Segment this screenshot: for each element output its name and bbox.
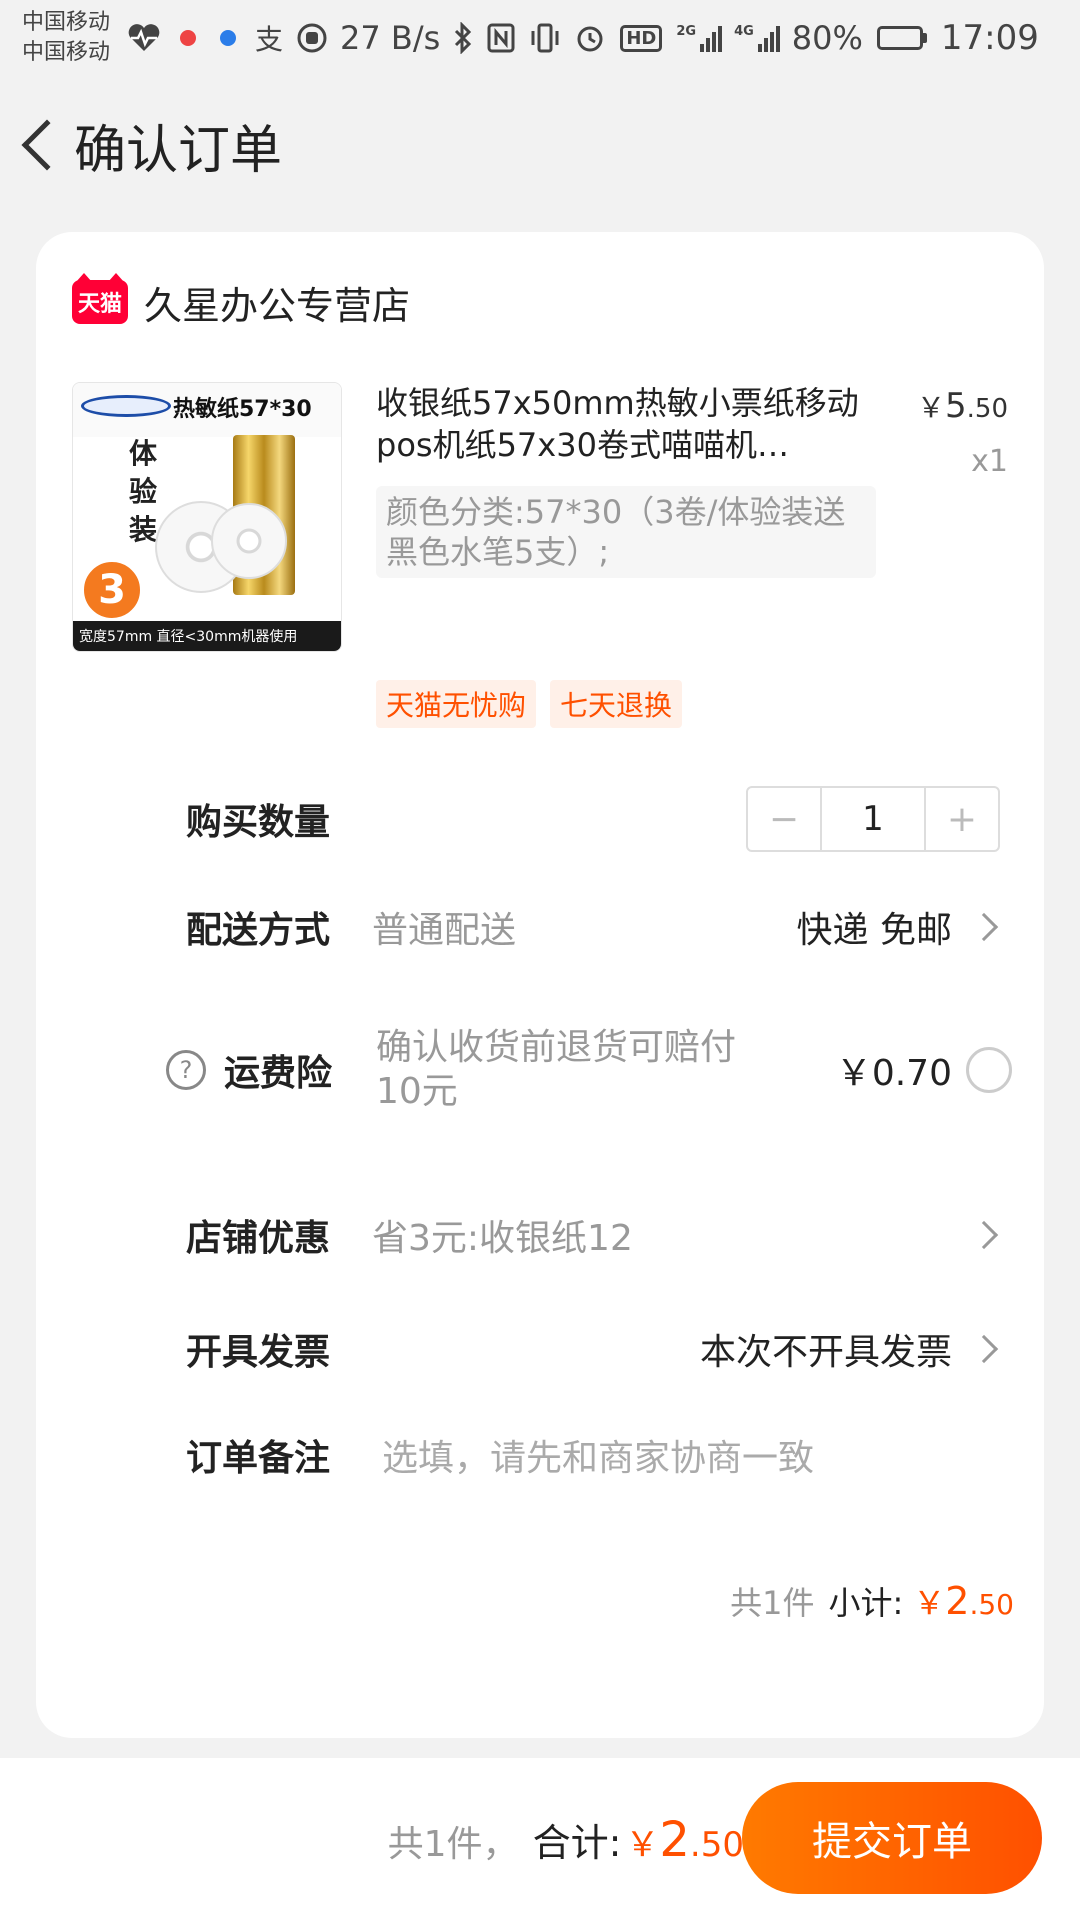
subtotal-count: 共1件 (730, 1584, 815, 1622)
carrier-2: 中国移动 (22, 40, 111, 65)
battery-icon (876, 26, 927, 50)
chevron-right-icon (969, 912, 999, 942)
product-image-label: 体验装 (129, 437, 158, 546)
alarm-icon (575, 23, 605, 53)
order-card: 天猫 久星办公专营店 热敏纸57*30 体验装 3 宽度57mm 直径<30mm… (36, 232, 1044, 1738)
subtotal-label: 小计: (828, 1584, 904, 1622)
nav-bar: 确认订单 (0, 90, 1080, 200)
chevron-right-icon (969, 1334, 999, 1364)
invoice-value: 本次不开具发票 (699, 1332, 952, 1373)
invoice-row[interactable]: 开具发票 本次不开具发票 (36, 1314, 1044, 1384)
bluetooth-icon (453, 22, 473, 54)
chevron-right-icon (969, 1220, 999, 1250)
discount-label: 店铺优惠 (186, 1218, 331, 1259)
submit-order-button[interactable]: 提交订单 (742, 1782, 1042, 1894)
question-icon[interactable]: ? (166, 1050, 206, 1090)
note-label: 订单备注 (186, 1438, 331, 1479)
delivery-label: 配送方式 (186, 910, 331, 951)
tag-seven-day-return: 七天退换 (550, 680, 683, 728)
delivery-row-placeholder (36, 742, 1044, 812)
product-image[interactable]: 热敏纸57*30 体验装 3 宽度57mm 直径<30mm机器使用 (72, 382, 342, 652)
order-total: 共1件， 合计: ￥2.50 (388, 1812, 744, 1868)
discount-value: 省3元:收银纸12 (372, 1218, 633, 1259)
app-notification-icon (220, 30, 237, 46)
delivery-fee: 快递 免邮 (796, 910, 952, 951)
status-bar: 中国移动 中国移动 支 27 B/s HD 2G 4G 80% 17:09 (0, 0, 1080, 76)
signal-4g-icon: 4G (734, 24, 780, 52)
chevron-left-icon (21, 119, 73, 171)
total-count: 共1件， (387, 1824, 519, 1865)
hd-icon: HD (620, 24, 663, 52)
product-quantity: x1 (971, 444, 1008, 479)
delivery-method: 普通配送 (372, 910, 517, 951)
insurance-description: 确认收货前退货可赔付10元 (376, 1027, 737, 1112)
heartbeat-icon (127, 23, 161, 53)
app-notification-icon (180, 30, 197, 46)
product-sku: 颜色分类:57*30（3卷/体验装送黑色水笔5支）; (376, 486, 876, 578)
invoice-label: 开具发票 (186, 1332, 331, 1373)
product-price: ￥5.50 (916, 386, 1008, 426)
insurance-radio[interactable] (966, 1047, 1012, 1093)
delivery-row[interactable]: 配送方式 普通配送 快递 免邮 (36, 892, 1044, 962)
shipping-insurance-row: ? 运费险 确认收货前退货可赔付10元 ￥0.70 (36, 1022, 1044, 1118)
vibrate-icon (529, 23, 561, 53)
clock: 17:09 (940, 18, 1039, 58)
page-title: 确认订单 (74, 120, 283, 181)
subtotal: 共1件 小计: ￥2.50 (730, 1578, 1014, 1624)
shop-header[interactable]: 天猫 久星办公专营店 (72, 272, 410, 332)
product-image-footer: 宽度57mm 直径<30mm机器使用 (73, 621, 341, 651)
product-title[interactable]: 收银纸57x50mm热敏小票纸移动pos机纸57x30卷式喵喵机… (376, 382, 876, 466)
carrier-1: 中国移动 (22, 10, 111, 35)
shop-discount-row[interactable]: 店铺优惠 省3元:收银纸12 (36, 1200, 1044, 1270)
hand-icon (297, 23, 327, 53)
total-label: 合计: (532, 1821, 622, 1865)
back-button[interactable] (0, 95, 80, 195)
insurance-price: ￥0.70 (835, 1053, 952, 1094)
paper-roll-graphic (211, 503, 287, 579)
total-price: ￥2.50 (625, 1812, 744, 1868)
brand-logo-icon (81, 395, 171, 417)
checkout-bar: 共1件， 合计: ￥2.50 提交订单 (0, 1758, 1080, 1920)
roll-count-badge: 3 (81, 559, 143, 621)
nfc-icon (487, 23, 515, 53)
note-input[interactable]: 选填，请先和商家协商一致 (382, 1429, 814, 1481)
subtotal-price: ￥2.50 (913, 1579, 1014, 1623)
shop-name: 久星办公专营店 (144, 283, 411, 328)
service-tags: 天猫无忧购 七天退换 (376, 680, 683, 728)
tmall-logo-icon: 天猫 (72, 273, 128, 324)
order-note-row: 订单备注 选填，请先和商家协商一致 (36, 1420, 1044, 1490)
product-image-title: 热敏纸57*30 (173, 397, 312, 422)
carrier-info: 中国移动 中国移动 (22, 8, 110, 68)
insurance-label: 运费险 (224, 1053, 333, 1094)
battery-percent: 80% (791, 19, 863, 57)
alipay-icon: 支 (255, 23, 284, 56)
signal-2g-icon: 2G (676, 24, 723, 52)
tag-worry-free: 天猫无忧购 (376, 680, 537, 728)
net-speed: 27 B/s (340, 19, 441, 57)
